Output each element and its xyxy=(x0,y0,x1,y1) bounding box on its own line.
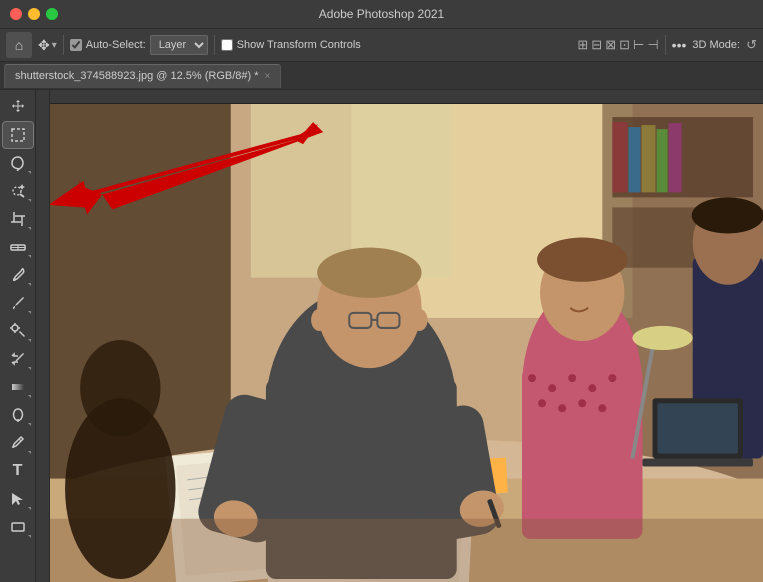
clone-stamp-icon xyxy=(10,323,26,339)
blur-icon xyxy=(10,407,26,423)
path-selection-button[interactable] xyxy=(3,486,33,512)
path-selection-icon xyxy=(10,491,26,507)
more-options-button[interactable]: ••• xyxy=(672,37,687,53)
clone-stamp-button[interactable] xyxy=(3,318,33,344)
align-bottom-icon[interactable]: ⊣ xyxy=(647,37,658,53)
auto-select-checkbox[interactable] xyxy=(70,39,82,51)
close-button[interactable] xyxy=(10,8,22,20)
ruler-left xyxy=(36,90,50,582)
crop-tool-icon xyxy=(10,211,26,227)
home-button[interactable]: ⌂ xyxy=(6,32,32,58)
tab-close-button[interactable]: × xyxy=(265,71,271,82)
move-tool-icon xyxy=(10,99,26,115)
marquee-tool-icon xyxy=(10,127,26,143)
history-brush-button[interactable] xyxy=(3,346,33,372)
align-top-icon[interactable]: ⊡ xyxy=(619,37,630,53)
move-tool-button[interactable] xyxy=(3,94,33,120)
quick-select-icon xyxy=(10,183,26,199)
align-right-icon[interactable]: ⊠ xyxy=(605,37,616,53)
pen-tool-icon xyxy=(10,435,26,451)
layer-dropdown[interactable]: Layer xyxy=(150,35,208,55)
home-icon: ⌂ xyxy=(15,37,23,53)
healing-brush-icon xyxy=(10,239,26,255)
auto-select-label: Auto-Select: xyxy=(86,39,146,51)
healing-brush-button[interactable] xyxy=(3,234,33,260)
divider-3 xyxy=(665,35,666,55)
divider-1 xyxy=(63,35,64,55)
align-center-v-icon[interactable]: ⊢ xyxy=(633,37,644,53)
pen-tool-button[interactable] xyxy=(3,430,33,456)
eyedropper-button[interactable] xyxy=(3,262,33,288)
brush-tool-button[interactable] xyxy=(3,290,33,316)
app-title: Adobe Photoshop 2021 xyxy=(319,7,444,21)
shape-icon xyxy=(10,519,26,535)
ruler-top xyxy=(36,90,763,104)
align-center-h-icon[interactable]: ⊟ xyxy=(591,37,602,53)
maximize-button[interactable] xyxy=(46,8,58,20)
marquee-tool-button[interactable] xyxy=(3,122,33,148)
shape-tool-button[interactable] xyxy=(3,514,33,540)
divider-2 xyxy=(214,35,215,55)
document-tab[interactable]: shutterstock_374588923.jpg @ 12.5% (RGB/… xyxy=(4,64,281,88)
minimize-button[interactable] xyxy=(28,8,40,20)
quick-select-tool-button[interactable] xyxy=(3,178,33,204)
transform-controls-checkbox[interactable] xyxy=(221,39,233,51)
align-left-icon[interactable]: ⊞ xyxy=(577,37,588,53)
move-dropdown-icon[interactable]: ▾ xyxy=(52,40,57,51)
rotate-3d-icon[interactable]: ↺ xyxy=(746,37,757,53)
move-icon: ✥ xyxy=(38,37,50,54)
photo-container xyxy=(50,104,763,582)
tab-title: shutterstock_374588923.jpg @ 12.5% (RGB/… xyxy=(15,70,259,82)
move-tool-indicator: ✥ ▾ xyxy=(38,37,57,54)
blur-tool-button[interactable] xyxy=(3,402,33,428)
transform-controls-label: Show Transform Controls xyxy=(237,39,361,51)
history-brush-icon xyxy=(10,351,26,367)
options-right: ⊞ ⊟ ⊠ ⊡ ⊢ ⊣ ••• 3D Mode: ↺ xyxy=(577,35,757,55)
eyedropper-icon xyxy=(10,267,26,283)
options-bar: ⌂ ✥ ▾ Auto-Select: Layer Show Transform … xyxy=(0,28,763,62)
canvas-area xyxy=(36,90,763,582)
traffic-lights xyxy=(0,8,58,20)
gradient-tool-button[interactable] xyxy=(3,374,33,400)
main-area: T xyxy=(0,90,763,582)
lasso-tool-icon xyxy=(10,155,26,171)
gradient-icon xyxy=(10,379,26,395)
type-icon: T xyxy=(13,462,23,480)
type-tool-button[interactable]: T xyxy=(3,458,33,484)
toolbar: T xyxy=(0,90,36,582)
tab-bar: shutterstock_374588923.jpg @ 12.5% (RGB/… xyxy=(0,62,763,90)
transform-controls-group: Show Transform Controls xyxy=(221,39,361,51)
canvas-image xyxy=(50,104,763,582)
crop-tool-button[interactable] xyxy=(3,206,33,232)
3d-mode-label: 3D Mode: xyxy=(692,39,740,51)
title-bar: Adobe Photoshop 2021 xyxy=(0,0,763,28)
brush-icon xyxy=(10,295,26,311)
lasso-tool-button[interactable] xyxy=(3,150,33,176)
auto-select-group: Auto-Select: Layer xyxy=(70,35,208,55)
align-icons-group: ⊞ ⊟ ⊠ ⊡ ⊢ ⊣ xyxy=(577,37,658,53)
